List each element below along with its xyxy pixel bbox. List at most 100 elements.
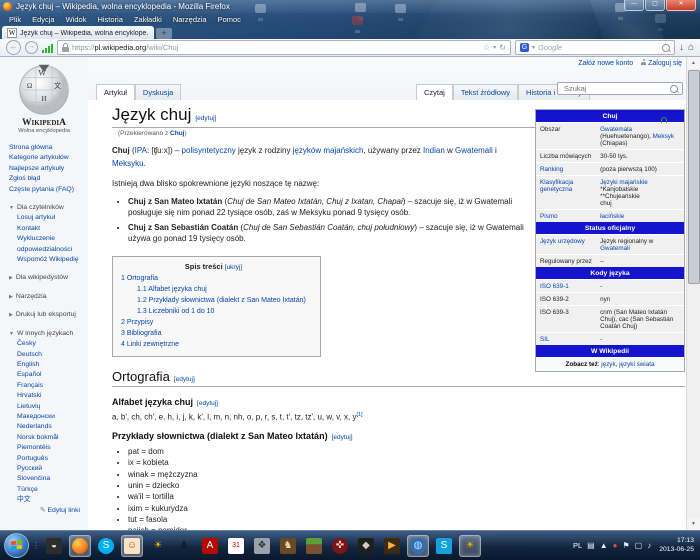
sidebar-item[interactable]: Slovenčina: [17, 474, 88, 484]
taskbar-clock[interactable]: 17:132013-06-25: [659, 537, 694, 554]
wiki-search-input[interactable]: [562, 83, 667, 94]
url-bar[interactable]: https://pl.wikipedia.org/wiki/Chuj ☆ ▾ ↻: [57, 40, 511, 55]
login-link[interactable]: Zaloguj się: [641, 60, 682, 67]
chess-game-icon[interactable]: ♞: [277, 535, 299, 557]
skype-alt-icon[interactable]: S: [433, 535, 455, 557]
sidebar-item[interactable]: Częste pytania (FAQ): [9, 185, 88, 195]
wiki-link[interactable]: języków majańskich: [293, 146, 364, 155]
menu-plik[interactable]: Plik: [4, 14, 26, 25]
printer-icon[interactable]: ▤: [587, 541, 595, 550]
sidebar-item[interactable]: Deutsch: [17, 350, 88, 360]
google-icon[interactable]: G: [520, 43, 529, 52]
wiki-link[interactable]: Indian: [423, 146, 445, 155]
wiki-link[interactable]: Klasyfikacja genetyczna: [540, 179, 573, 193]
globe-app-icon[interactable]: ◍: [407, 535, 429, 557]
toc-item[interactable]: 3 Bibliografia: [121, 328, 306, 339]
wiki-link[interactable]: SIL: [540, 336, 549, 343]
tab-tekst-źródłowy[interactable]: Tekst źródłowy: [453, 84, 518, 101]
wiki-link[interactable]: Języki majańskie: [600, 179, 648, 186]
tab-dyskusja[interactable]: Dyskusja: [135, 84, 181, 101]
page-scrollbar[interactable]: ▲ ▼: [686, 57, 700, 530]
toc-item[interactable]: 1.2 Przykłady słownictwa (dialekt z San …: [121, 295, 306, 306]
scroll-down-arrow[interactable]: ▼: [687, 518, 700, 530]
sun-app-icon[interactable]: ☀: [147, 535, 169, 557]
close-button[interactable]: ✕: [666, 0, 696, 11]
menu-historia[interactable]: Historia: [92, 14, 127, 25]
sidebar-group-header[interactable]: ▼W innych językach: [9, 329, 88, 339]
menu-zakładki[interactable]: Zakładki: [129, 14, 167, 25]
menu-pomoc[interactable]: Pomoc: [213, 14, 246, 25]
dropdown-caret-icon[interactable]: ▾: [493, 44, 496, 51]
wiki-link[interactable]: łacińskie: [600, 213, 624, 220]
sidebar-item[interactable]: Français: [17, 381, 88, 391]
stick-figure-icon[interactable]: ♟: [173, 535, 195, 557]
sidebar-item[interactable]: 中文: [17, 495, 88, 505]
edit-interlanguage-links[interactable]: Edytuj linki: [48, 507, 81, 514]
minimize-button[interactable]: —: [624, 0, 644, 11]
wiki-link[interactable]: polisyntetyczny: [182, 146, 236, 155]
wiki-link[interactable]: język: [601, 361, 615, 368]
footnote-ref-link[interactable]: [1]: [356, 412, 362, 418]
calendar-app-icon[interactable]: 31: [225, 535, 247, 557]
volume-icon[interactable]: ♪: [647, 541, 651, 550]
gg-messenger-icon[interactable]: ☺: [121, 535, 143, 557]
sidebar-item[interactable]: Strona główna: [9, 143, 88, 153]
wiki-link[interactable]: języki świata: [619, 361, 654, 368]
browser-tab[interactable]: W Język chuj – Wikipedia, wolna encyklop…: [2, 26, 154, 39]
window-titlebar[interactable]: Język chuj – Wikipedia, wolna encykloped…: [0, 0, 700, 13]
sidebar-item[interactable]: Türkçe: [17, 485, 88, 495]
sidebar-item[interactable]: Kontakt: [17, 224, 88, 234]
wiki-link[interactable]: Pismo: [540, 213, 558, 220]
search-icon[interactable]: [662, 44, 670, 52]
menu-widok[interactable]: Widok: [61, 14, 92, 25]
wiki-link[interactable]: Gwatemali: [600, 245, 630, 252]
wiki-link[interactable]: Meksyk: [653, 133, 674, 140]
bookmark-star-icon[interactable]: ☆: [483, 43, 490, 52]
sidebar-item[interactable]: Lietuvių: [17, 402, 88, 412]
media-app-icon[interactable]: ◒: [43, 535, 65, 557]
toc-item[interactable]: 1 Ortografia: [121, 273, 306, 284]
sidebar-item[interactable]: Kategorie artykułów: [9, 153, 88, 163]
sidebar-item[interactable]: Najlepsze artykuły: [9, 164, 88, 174]
skype-icon[interactable]: S: [95, 535, 117, 557]
scroll-up-arrow[interactable]: ▲: [687, 57, 700, 69]
wiki-link[interactable]: Gwatemala: [600, 126, 632, 133]
adobe-reader-icon[interactable]: A: [199, 535, 221, 557]
sidebar-item[interactable]: Nederlands: [17, 422, 88, 432]
action-center-flag-icon[interactable]: ⚑: [622, 541, 629, 550]
sidebar-group-header[interactable]: ▶Narzędzia: [9, 292, 88, 302]
sidebar-item[interactable]: Česky: [17, 339, 88, 349]
toc-item[interactable]: 1.1 Alfabet języka chuj: [121, 284, 306, 295]
back-button[interactable]: ←: [6, 40, 21, 55]
search-engine-caret-icon[interactable]: ▾: [532, 44, 535, 51]
sidebar-item[interactable]: Македонски: [17, 412, 88, 422]
sidebar-item[interactable]: Português: [17, 454, 88, 464]
wiki-search-box[interactable]: [557, 82, 683, 95]
home-icon[interactable]: ⌂: [688, 42, 694, 53]
edit-link[interactable]: [edytuj]: [195, 115, 216, 122]
toc-hide-link[interactable]: [ukryj]: [225, 264, 242, 271]
wiki-search-icon[interactable]: [670, 85, 678, 93]
downloads-icon[interactable]: ↓: [679, 42, 684, 53]
minecraft-icon[interactable]: [303, 535, 325, 557]
start-button[interactable]: [4, 533, 29, 558]
sidebar-group-header[interactable]: ▶Dla wikipedystów: [9, 273, 88, 283]
redirect-source-link[interactable]: Chuj: [170, 130, 184, 137]
sidebar-item[interactable]: Norsk bokmål: [17, 433, 88, 443]
weather-sun-icon[interactable]: ☀: [459, 535, 481, 557]
toc-item[interactable]: 1.3 Liczebniki od 1 do 10: [121, 306, 306, 317]
create-account-link[interactable]: Załóż nowe konto: [578, 60, 633, 67]
sidebar-item[interactable]: Español: [17, 370, 88, 380]
wiki-link[interactable]: Język urzędowy: [540, 238, 585, 245]
edit-link[interactable]: [edytuj]: [174, 376, 195, 383]
language-indicator[interactable]: PL: [573, 541, 582, 550]
new-tab-button[interactable]: +: [156, 28, 172, 39]
sidebar-item[interactable]: Losuj artykuł: [17, 213, 88, 223]
edit-link[interactable]: [edytuj]: [197, 400, 218, 407]
firefox-icon[interactable]: [69, 535, 91, 557]
wikipedia-logo[interactable]: W Ω 文 И: [17, 63, 71, 117]
scrollbar-thumb[interactable]: [688, 70, 700, 284]
signal-bars-icon[interactable]: [42, 43, 53, 53]
wiki-link[interactable]: Ranking: [540, 166, 563, 173]
video-player-icon[interactable]: ▶: [381, 535, 403, 557]
